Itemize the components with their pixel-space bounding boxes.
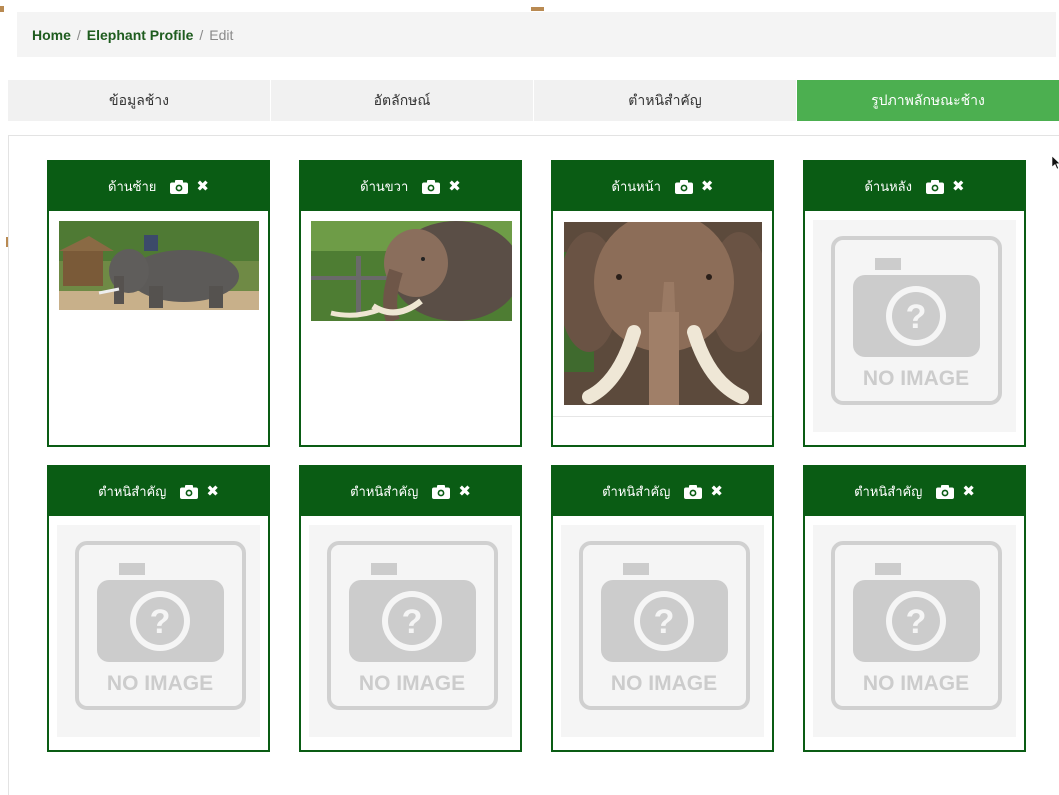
close-icon[interactable]: ✖ [710,484,723,499]
card-title: ตำหนิสำคัญ [350,485,419,500]
tab-identity[interactable]: อัตลักษณ์ [271,80,534,121]
no-image-text: NO IMAGE [863,672,969,695]
card-title: ด้านหลัง [864,180,912,195]
tab-bar: ข้อมูลช้าง อัตลักษณ์ ตำหนิสำคัญ รูปภาพลั… [8,80,1059,121]
photo-panel: ด้านซ้าย ✖ ด้านขวา ✖ ด้านหน้า ✖ ด้านหลัง… [8,135,1059,795]
breadcrumb-separator: / [76,26,81,43]
card-header: ด้านซ้าย ✖ [49,162,268,211]
no-image-text: NO IMAGE [611,672,717,695]
close-icon[interactable]: ✖ [448,179,461,194]
photo-card-key-mark-4: ตำหนิสำคัญ ✖ ? NO IMAGE [803,465,1026,752]
close-icon[interactable]: ✖ [952,179,965,194]
mouse-cursor-icon [1052,156,1059,170]
tab-label: รูปภาพลักษณะช้าง [871,92,985,109]
background-speck [0,6,4,12]
svg-text:?: ? [906,603,927,641]
camera-icon[interactable] [925,179,944,194]
svg-text:?: ? [654,603,675,641]
camera-icon[interactable] [936,484,955,499]
no-image-placeholder: ? NO IMAGE [813,220,1016,432]
camera-icon[interactable] [674,179,693,194]
no-image-text: NO IMAGE [107,672,213,695]
photo-card-front: ด้านหน้า ✖ [551,160,774,447]
card-header: ตำหนิสำคัญ ✖ [49,467,268,516]
no-image-text: NO IMAGE [863,367,969,390]
card-divider [553,416,772,417]
camera-icon[interactable] [432,484,451,499]
tab-elephant-info[interactable]: ข้อมูลช้าง [8,80,271,121]
breadcrumb-home-link[interactable]: Home [32,27,71,43]
card-title: ตำหนิสำคัญ [854,485,923,500]
svg-text:?: ? [906,298,927,336]
close-icon[interactable]: ✖ [458,484,471,499]
photo-card-key-mark-3: ตำหนิสำคัญ ✖ ? NO IMAGE [551,465,774,752]
photo-card-key-mark-1: ตำหนิสำคัญ ✖ ? NO IMAGE [47,465,270,752]
camera-icon[interactable] [422,179,441,194]
close-icon[interactable]: ✖ [701,179,714,194]
photo-card-left-side: ด้านซ้าย ✖ [47,160,270,447]
close-icon[interactable]: ✖ [196,179,209,194]
elephant-right-side-photo [311,221,512,321]
svg-text:?: ? [402,603,423,641]
no-image-placeholder: ? NO IMAGE [57,525,260,737]
breadcrumb-separator: / [199,26,204,43]
breadcrumb-elephant-profile-link[interactable]: Elephant Profile [87,27,194,43]
breadcrumb-current: Edit [209,26,234,43]
no-image-text: NO IMAGE [359,672,465,695]
card-header: ตำหนิสำคัญ ✖ [553,467,772,516]
card-title: ตำหนิสำคัญ [602,485,671,500]
no-image-placeholder: ? NO IMAGE [309,525,512,737]
card-header: ตำหนิสำคัญ ✖ [805,467,1024,516]
camera-icon[interactable] [684,484,703,499]
card-header: ด้านหน้า ✖ [553,162,772,211]
close-icon[interactable]: ✖ [962,484,975,499]
card-title: ด้านขวา [360,180,409,195]
card-title: ด้านหน้า [611,180,661,195]
tab-label: ตำหนิสำคัญ [628,92,702,109]
tab-key-marks[interactable]: ตำหนิสำคัญ [534,80,797,121]
breadcrumb: Home / Elephant Profile / Edit [17,12,1056,57]
photo-card-key-mark-2: ตำหนิสำคัญ ✖ ? NO IMAGE [299,465,522,752]
card-header: ตำหนิสำคัญ ✖ [301,467,520,516]
card-title: ตำหนิสำคัญ [98,485,167,500]
tab-label: ข้อมูลช้าง [109,92,169,109]
background-speck [531,7,544,11]
photo-card-back: ด้านหลัง ✖ ? NO IMAGE [803,160,1026,447]
tab-elephant-photos[interactable]: รูปภาพลักษณะช้าง [797,80,1059,121]
svg-text:?: ? [150,603,171,641]
card-header: ด้านหลัง ✖ [805,162,1024,211]
camera-icon[interactable] [180,484,199,499]
card-title: ด้านซ้าย [108,180,157,195]
elephant-left-side-photo [59,221,259,310]
camera-icon[interactable] [170,179,189,194]
photo-card-right-side: ด้านขวา ✖ [299,160,522,447]
no-image-placeholder: ? NO IMAGE [561,525,764,737]
no-image-placeholder: ? NO IMAGE [813,525,1016,737]
tab-label: อัตลักษณ์ [373,92,431,109]
elephant-front-photo [564,222,762,405]
close-icon[interactable]: ✖ [206,484,219,499]
card-header: ด้านขวา ✖ [301,162,520,211]
